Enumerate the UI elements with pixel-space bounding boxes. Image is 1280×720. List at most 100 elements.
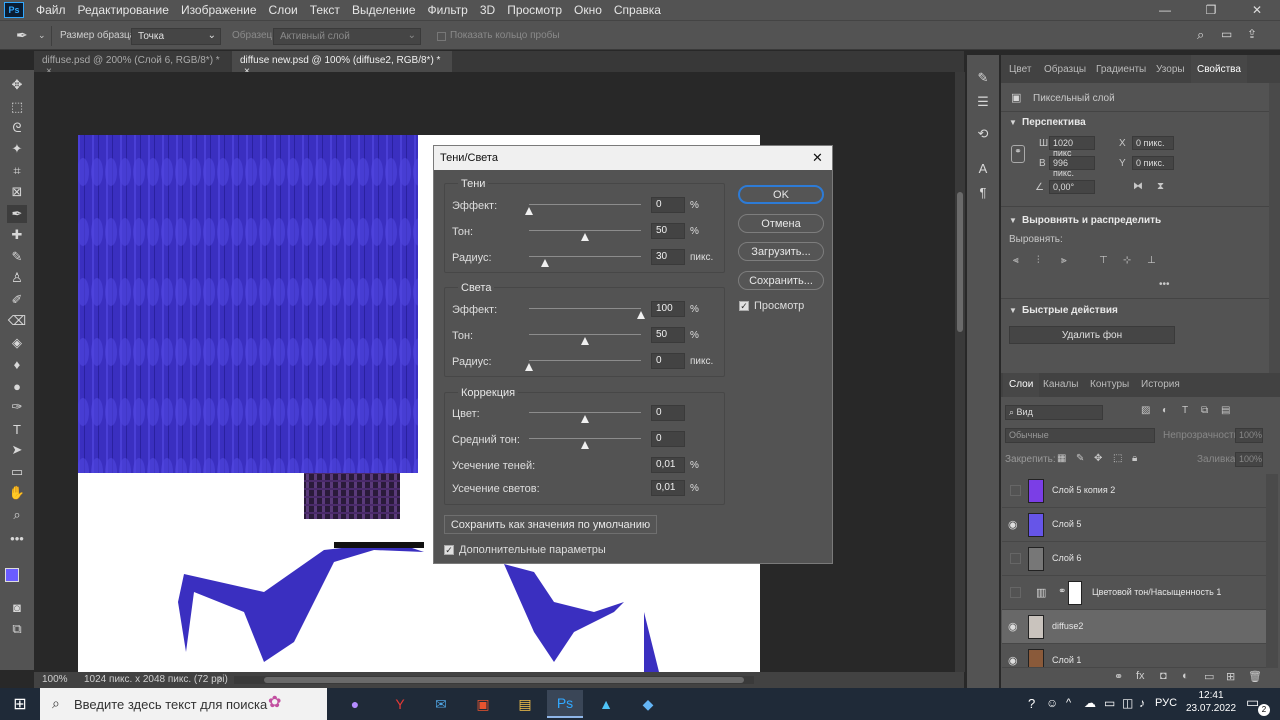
tool-preset-chevron-icon[interactable]: ⌄ [38, 30, 46, 41]
align-right-icon[interactable]: ⫸ [1061, 255, 1067, 266]
adjustments-icon[interactable]: ☰ [973, 93, 993, 111]
width-field[interactable]: 1020 пикс [1049, 136, 1095, 158]
x-field[interactable]: 0 пикс. [1132, 136, 1174, 150]
add-mask-icon[interactable]: ◘ [1160, 670, 1167, 682]
layer-row[interactable]: ◉ Слой 1 [1002, 644, 1266, 668]
new-layer-icon[interactable]: ⊞ [1226, 670, 1235, 683]
align-bottom-icon[interactable]: ⊥ [1147, 255, 1156, 266]
more-tools-icon[interactable]: ••• [7, 529, 27, 547]
menu-select[interactable]: Выделение [346, 3, 422, 17]
preview-checkbox[interactable]: ✓ [739, 301, 749, 311]
remove-background-button[interactable]: Удалить фон [1009, 326, 1175, 344]
more-options-icon[interactable]: ••• [1159, 279, 1170, 290]
blur-tool-icon[interactable]: ♦ [7, 355, 27, 373]
menu-image[interactable]: Изображение [175, 3, 263, 17]
lasso-tool-icon[interactable]: ᘓ [7, 119, 27, 137]
frame-tool-icon[interactable]: ⊠ [7, 183, 27, 201]
shadows-amount-input[interactable]: 0 [651, 197, 685, 213]
menu-layer[interactable]: Слои [263, 3, 304, 17]
menu-help[interactable]: Справка [608, 3, 667, 17]
people-icon[interactable]: ☺ [1046, 696, 1058, 710]
marquee-tool-icon[interactable]: ⬚ [7, 98, 27, 116]
dialog-titlebar[interactable]: Тени/Света ✕ [434, 146, 832, 170]
help-icon[interactable]: ? [1028, 696, 1035, 711]
visibility-toggle[interactable] [1010, 587, 1021, 598]
more-options-checkbox[interactable]: ✓ [444, 545, 454, 555]
lock-all-icon[interactable]: 🔒︎ [1132, 453, 1137, 464]
shadows-amount-track[interactable] [529, 204, 641, 205]
shadows-radius-track[interactable] [529, 256, 641, 257]
align-left-icon[interactable]: ⫷ [1013, 255, 1019, 266]
type-tool-icon[interactable]: T [7, 420, 27, 438]
battery-icon[interactable]: ▭ [1104, 696, 1115, 710]
search-icon[interactable]: ⌕ [1197, 27, 1204, 43]
highlights-amount-track[interactable] [529, 308, 641, 309]
photoshop-taskbar-icon[interactable]: Ps [547, 690, 583, 718]
shadows-tone-slider[interactable] [581, 233, 589, 241]
mask-link-icon[interactable]: ⚭ [1058, 586, 1066, 597]
network-icon[interactable]: ◫ [1122, 696, 1133, 710]
menu-view[interactable]: Просмотр [501, 3, 568, 17]
layer-row[interactable]: Слой 6 [1002, 542, 1266, 576]
layer-row-selected[interactable]: ◉ diffuse2 [1002, 610, 1266, 644]
app-icon[interactable]: ◆ [630, 690, 666, 718]
highlights-tone-slider[interactable] [581, 337, 589, 345]
taskbar-search[interactable]: ⌕ Введите здесь текст для поиска ✿ [40, 688, 327, 720]
screen-mode-icon[interactable]: ⧉ [7, 620, 27, 638]
show-ring-checkbox[interactable] [437, 32, 446, 41]
black-clip-input[interactable]: 0,01 [651, 457, 685, 473]
horizontal-scrollbar[interactable] [234, 676, 754, 684]
trash-icon[interactable]: 🗑︎ [1248, 670, 1262, 683]
filter-adjustment-icon[interactable]: ◐ [1162, 405, 1168, 416]
zoom-tool-icon[interactable]: ⌕ [7, 506, 27, 524]
file-explorer-icon[interactable]: ▤ [507, 690, 543, 718]
lock-artboard-icon[interactable]: ⬚ [1113, 453, 1122, 464]
workspace-icon[interactable]: ▭ [1221, 27, 1232, 41]
eraser-tool-icon[interactable]: ⌫ [7, 312, 27, 330]
shadows-tone-input[interactable]: 50 [651, 223, 685, 239]
filter-pixel-icon[interactable]: ▨ [1141, 405, 1150, 416]
tab-diffuse-psd[interactable]: diffuse.psd @ 200% (Слой 6, RGB/8*) * × [34, 51, 230, 77]
tab-properties[interactable]: Свойства [1191, 55, 1247, 83]
ok-button[interactable]: OK [738, 185, 824, 204]
collapse-icon[interactable]: ▼ [1009, 306, 1017, 315]
path-selection-tool-icon[interactable]: ➤ [7, 441, 27, 459]
eyedropper-icon[interactable]: ✒ [16, 27, 28, 44]
tab-history[interactable]: История [1141, 373, 1180, 401]
sample-select[interactable]: Активный слой ⌄ [273, 28, 421, 45]
eye-icon[interactable]: ◉ [1008, 518, 1022, 532]
tab-patterns[interactable]: Узоры [1156, 55, 1185, 83]
fill-field[interactable]: 100% [1235, 452, 1263, 467]
photos-icon[interactable]: ▲ [588, 690, 624, 718]
layers-scrollbar[interactable] [1266, 474, 1278, 668]
move-tool-icon[interactable]: ✥ [7, 76, 27, 94]
link-icon[interactable]: ⚭ [1011, 145, 1025, 163]
opacity-field[interactable]: 100% [1235, 428, 1263, 443]
close-window-button[interactable]: ✕ [1234, 0, 1280, 20]
highlights-tone-track[interactable] [529, 334, 641, 335]
history-icon[interactable]: ⟲ [973, 125, 993, 143]
y-field[interactable]: 0 пикс. [1132, 156, 1174, 170]
status-menu-icon[interactable]: › [218, 673, 221, 684]
shadows-radius-slider[interactable] [540, 259, 549, 267]
flip-vertical-icon[interactable]: ⧗ [1157, 181, 1164, 192]
dialog-close-icon[interactable]: ✕ [812, 150, 823, 166]
layer-filter-search[interactable]: ⌕ Вид [1005, 405, 1103, 420]
eye-icon[interactable]: ◉ [1008, 654, 1022, 667]
shadows-amount-slider[interactable] [525, 207, 533, 215]
menu-3d[interactable]: 3D [474, 3, 501, 17]
rectangle-tool-icon[interactable]: ▭ [7, 463, 27, 481]
filter-smart-icon[interactable]: ▤ [1221, 405, 1230, 416]
flip-horizontal-icon[interactable]: ⧓ [1133, 181, 1143, 192]
filter-type-icon[interactable]: T [1182, 405, 1188, 416]
save-defaults-button[interactable]: Сохранить как значения по умолчанию [444, 515, 657, 534]
align-center-icon[interactable]: ⫶ [1037, 255, 1040, 266]
menu-filter[interactable]: Фильтр [422, 3, 474, 17]
midtone-track[interactable] [529, 438, 641, 439]
menu-file[interactable]: Файл [30, 3, 72, 17]
share-icon[interactable]: ⇪ [1247, 27, 1257, 41]
shadows-radius-input[interactable]: 30 [651, 249, 685, 265]
tab-color[interactable]: Цвет [1009, 55, 1031, 83]
tab-swatches[interactable]: Образцы [1044, 55, 1086, 83]
tab-gradients[interactable]: Градиенты [1096, 55, 1146, 83]
